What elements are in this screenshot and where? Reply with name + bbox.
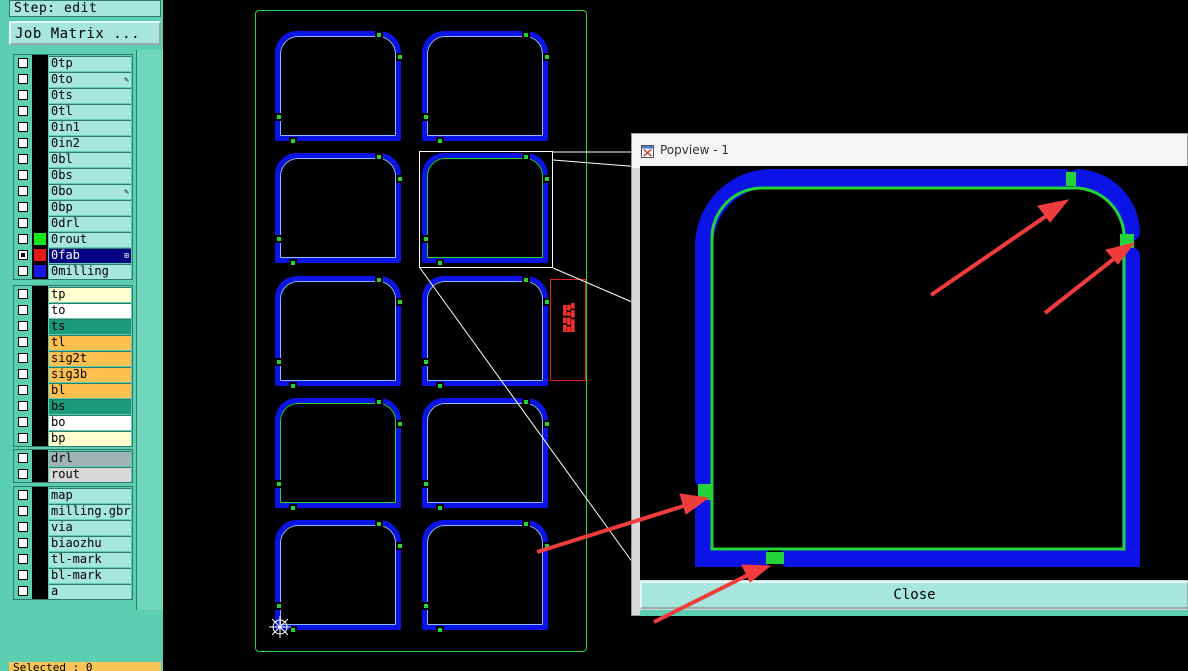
annotation-arrows xyxy=(536,199,1136,624)
